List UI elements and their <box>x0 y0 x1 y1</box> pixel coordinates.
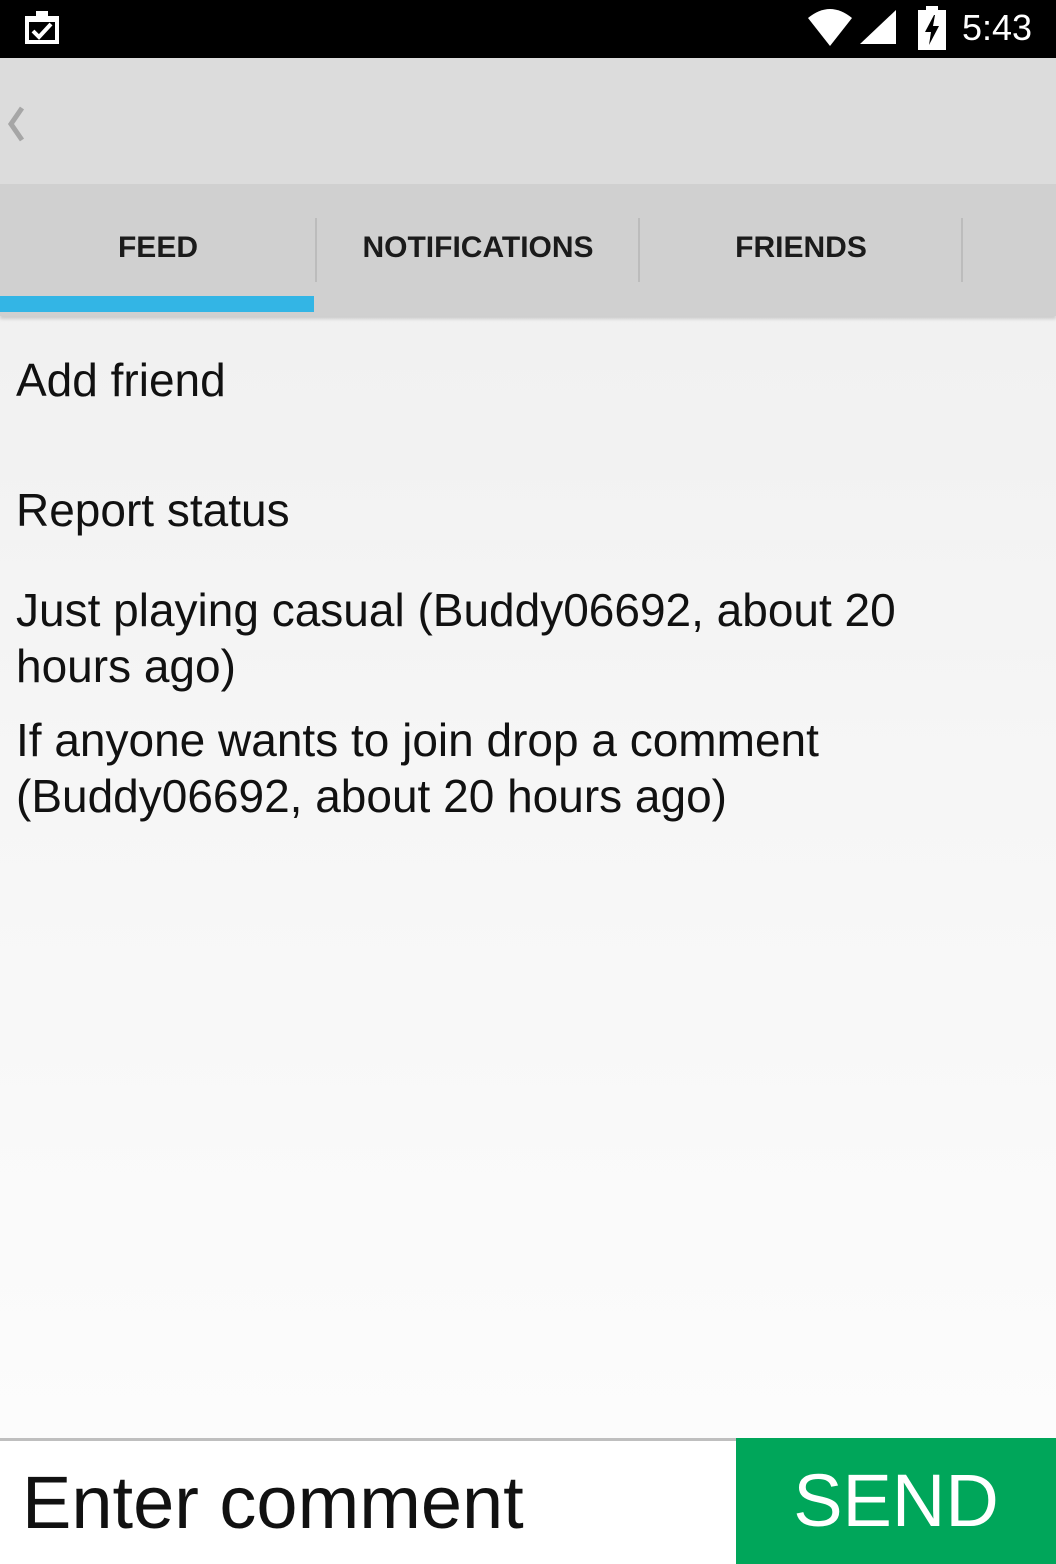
chevron-left-icon <box>7 106 25 142</box>
tab-friends[interactable]: FRIENDS <box>640 184 962 316</box>
list-item[interactable]: Just playing casual (Buddy06692, about 2… <box>16 582 1016 694</box>
clipboard-check-icon <box>22 8 62 52</box>
tab-divider <box>961 218 963 282</box>
tab-label: NOTIFICATIONS <box>362 231 594 264</box>
wifi-icon <box>806 6 854 52</box>
report-status-item[interactable]: Report status <box>16 482 1016 538</box>
send-button[interactable]: SEND <box>736 1438 1056 1564</box>
tab-label: FRIENDS <box>735 231 867 264</box>
status-bar: 5:43 <box>0 0 1056 58</box>
selected-tab-indicator <box>0 296 314 312</box>
tab-notifications[interactable]: NOTIFICATIONS <box>317 184 639 316</box>
comment-bar: SEND <box>0 1438 1056 1564</box>
tab-label: FEED <box>117 231 198 264</box>
clock: 5:43 <box>962 7 1033 48</box>
action-bar <box>0 58 1056 184</box>
tab-bar: FEED NOTIFICATIONS FRIENDS <box>0 184 1056 316</box>
screen: 5:43 FEED NOTIFICATIONS FRIENDS Add frie… <box>0 0 1056 1564</box>
signal-icon <box>858 8 898 50</box>
back-button[interactable] <box>0 92 50 152</box>
add-friend-item[interactable]: Add friend <box>16 352 1016 408</box>
battery-charging-icon <box>918 6 946 54</box>
comment-input[interactable] <box>0 1441 736 1564</box>
list-item[interactable]: If anyone wants to join drop a comment (… <box>16 712 1016 824</box>
